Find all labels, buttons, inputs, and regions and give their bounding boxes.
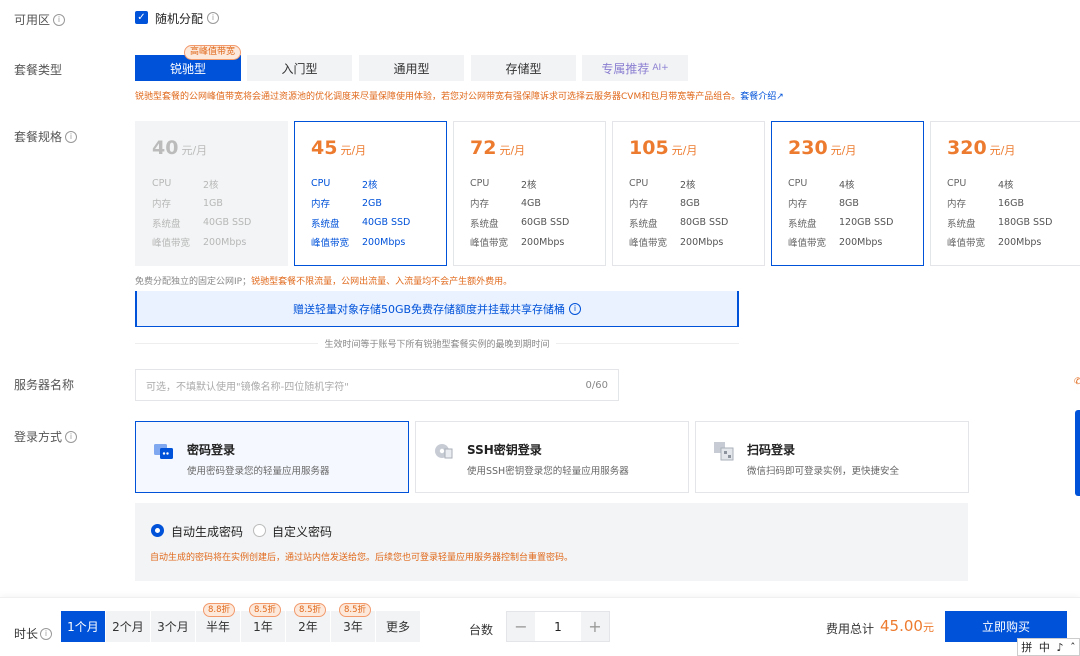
- card-price: 320: [947, 137, 987, 159]
- availability-label: 可用区 i: [14, 11, 66, 28]
- spec-card-230[interactable]: 230 元/月 CPU 4核 内存 8GB 系统盘 120GB SSD 峰值带宽 200M…: [771, 121, 924, 266]
- qrcode-icon: [714, 442, 734, 461]
- auto-password-radio[interactable]: [151, 524, 164, 537]
- info-icon[interactable]: i: [65, 430, 78, 443]
- decrement-button[interactable]: −: [507, 612, 535, 641]
- quantity-label: 台数: [469, 623, 494, 637]
- ime-chinese-icon[interactable]: 中: [1039, 639, 1050, 655]
- cost-total-label: 费用总计: [826, 622, 875, 636]
- discount-badge: 8.5折: [249, 603, 282, 617]
- external-link-icon[interactable]: ↗: [776, 92, 784, 102]
- duration-more[interactable]: 更多: [376, 611, 420, 642]
- ime-pinyin-icon[interactable]: 拼: [1021, 639, 1032, 655]
- free-storage-banner: 赠送轻量对象存储50GB免费存储额度并挂载共享存储桶 i: [135, 291, 739, 327]
- discount-badge: 8.5折: [294, 603, 327, 617]
- floating-side-tab[interactable]: [1075, 410, 1080, 496]
- quantity-stepper: − 1 +: [506, 611, 610, 642]
- login-qrcode-card[interactable]: 扫码登录 微信扫码即可登录实例，更快捷安全: [695, 421, 969, 493]
- server-name-input[interactable]: 可选，不填默认使用"镜像名称-四位随机字符" 0/60: [135, 369, 619, 401]
- auto-password-label[interactable]: 自动生成密码: [171, 523, 243, 540]
- info-icon[interactable]: i: [65, 130, 78, 143]
- tab-storage[interactable]: 存储型: [471, 55, 576, 81]
- ime-punctuation-icon[interactable]: ♪: [1057, 641, 1064, 654]
- password-warning: 自动生成的密码将在实例创建后，通过站内信发送给您。后续您也可登录轻量应用服务器控…: [150, 553, 574, 563]
- random-assign-label[interactable]: 随机分配: [155, 10, 203, 27]
- spec-card-320[interactable]: 320 元/月 CPU 4核 内存 16GB 系统盘 180GB SSD 峰值带宽 200…: [930, 121, 1080, 266]
- info-icon[interactable]: i: [53, 13, 66, 26]
- password-options-panel: 自动生成密码 自定义密码 自动生成的密码将在实例创建后，通过站内信发送给您。后续…: [135, 503, 968, 581]
- info-icon[interactable]: i: [569, 302, 582, 315]
- password-login-icon: [154, 444, 173, 459]
- card-price: 230: [788, 137, 828, 159]
- login-password-card[interactable]: 密码登录 使用密码登录您的轻量应用服务器: [135, 421, 409, 493]
- random-assign-checkbox[interactable]: ✓: [135, 11, 148, 24]
- login-method-label: 登录方式 i: [14, 428, 78, 445]
- ssh-key-icon: [435, 444, 453, 459]
- cost-total-value: 45.00 元: [880, 617, 934, 635]
- plan-type-note: 锐驰型套餐的公网峰值带宽将会通过资源池的优化调度来尽量保障使用体验，若您对公网带…: [135, 92, 784, 102]
- plan-type-label: 套餐类型: [14, 63, 63, 77]
- spec-card-72[interactable]: 72 元/月 CPU 2核 内存 4GB 系统盘 60GB SSD 峰值带宽 200Mbp…: [453, 121, 606, 266]
- increment-button[interactable]: +: [581, 612, 609, 641]
- card-price: 105: [629, 137, 669, 159]
- card-price: 72: [470, 137, 497, 159]
- ime-settings-icon[interactable]: ˆ: [1070, 641, 1076, 654]
- floating-widget-icon[interactable]: ✆: [1074, 377, 1080, 387]
- tab-recommend-ai[interactable]: 专属推荐 AI+: [582, 55, 688, 81]
- ime-toolbar[interactable]: 拼 中 ♪ ˆ: [1017, 638, 1080, 656]
- duration-3-months[interactable]: 3个月: [151, 611, 195, 642]
- duration-2-months[interactable]: 2个月: [106, 611, 150, 642]
- info-icon[interactable]: i: [207, 12, 219, 24]
- peak-bandwidth-badge: 高峰值带宽: [184, 45, 242, 60]
- validity-note: 生效时间等于账号下所有锐驰型套餐实例的最晚到期时间: [135, 337, 739, 350]
- free-ip-note: 免费分配独立的固定公网IP；锐驰型套餐不限流量，公网出流量、入流量均不会产生额外…: [135, 277, 513, 287]
- server-name-label: 服务器名称: [14, 378, 75, 392]
- custom-password-radio[interactable]: [253, 524, 266, 537]
- discount-badge: 8.5折: [339, 603, 372, 617]
- duration-label: 时长 i: [14, 625, 53, 642]
- plan-intro-link[interactable]: 套餐介绍: [740, 92, 776, 102]
- duration-1-month[interactable]: 1个月: [61, 611, 105, 642]
- quantity-input[interactable]: 1: [535, 612, 581, 641]
- discount-badge: 8.8折: [203, 603, 236, 617]
- tab-entry[interactable]: 入门型: [247, 55, 352, 81]
- login-ssh-card[interactable]: SSH密钥登录 使用SSH密钥登录您的轻量应用服务器: [415, 421, 689, 493]
- spec-card-40: 40 元/月 CPU 2核 内存 1GB 系统盘 40GB SSD 峰值带宽 200Mbp…: [135, 121, 288, 266]
- tab-general[interactable]: 通用型: [359, 55, 464, 81]
- plan-spec-label: 套餐规格 i: [14, 128, 78, 145]
- info-icon[interactable]: i: [40, 627, 53, 640]
- spec-card-105[interactable]: 105 元/月 CPU 2核 内存 8GB 系统盘 80GB SSD 峰值带宽 200Mb…: [612, 121, 765, 266]
- spec-card-45[interactable]: 45 元/月 CPU 2核 内存 2GB 系统盘 40GB SSD 峰值带宽 200Mbp…: [294, 121, 447, 266]
- card-price: 45: [311, 137, 338, 159]
- card-price: 40: [152, 137, 179, 159]
- char-counter: 0/60: [585, 379, 608, 391]
- custom-password-label[interactable]: 自定义密码: [272, 523, 332, 540]
